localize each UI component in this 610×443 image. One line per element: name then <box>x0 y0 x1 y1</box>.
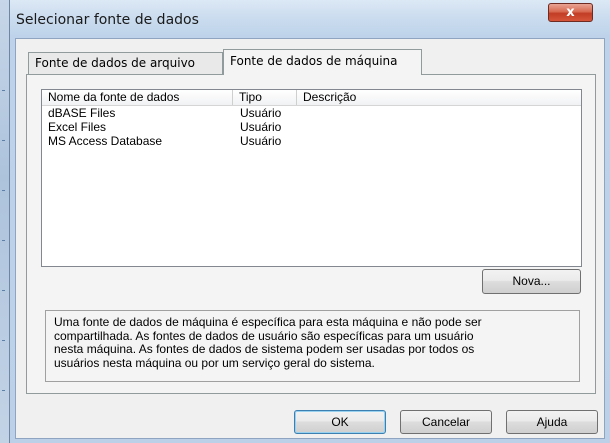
desktop-edge-mark <box>2 140 5 141</box>
tab-machine-data-source[interactable]: Fonte de dados de máquina <box>223 49 422 75</box>
close-button[interactable]: x <box>548 3 593 22</box>
list-item[interactable]: dBASE Files Usuário <box>42 106 581 120</box>
data-source-list[interactable]: Nome da fonte de dados Tipo Descrição dB… <box>41 89 582 267</box>
desktop-edge-mark <box>2 340 5 341</box>
new-button[interactable]: Nova... <box>482 269 581 294</box>
tab-file-data-source[interactable]: Fonte de dados de arquivo <box>28 52 223 74</box>
help-button[interactable]: Ajuda <box>506 410 598 434</box>
tab-label: Fonte de dados de máquina <box>230 54 398 68</box>
desktop-edge-mark <box>2 190 5 191</box>
list-item-type: Usuário <box>240 120 282 134</box>
list-item-type: Usuário <box>240 134 282 148</box>
list-item-name: Excel Files <box>48 120 107 134</box>
list-item-type: Usuário <box>240 106 282 120</box>
dialog-window: Selecionar fonte de dados x Fonte de dad… <box>9 0 610 443</box>
list-item[interactable]: Excel Files Usuário <box>42 120 581 134</box>
ok-button[interactable]: OK <box>294 410 386 434</box>
cancel-button[interactable]: Cancelar <box>400 410 492 434</box>
desktop-edge <box>0 0 9 443</box>
list-item[interactable]: MS Access Database Usuário <box>42 134 581 148</box>
desktop-edge-mark <box>2 240 5 241</box>
list-item-name: dBASE Files <box>48 106 116 120</box>
column-header-type[interactable]: Tipo <box>233 90 297 105</box>
info-text: Uma fonte de dados de máquina é específi… <box>45 310 580 382</box>
column-header-description[interactable]: Descrição <box>297 90 581 105</box>
list-item-name: MS Access Database <box>48 134 163 148</box>
column-header-name[interactable]: Nome da fonte de dados <box>42 90 233 105</box>
desktop-edge-mark <box>2 90 5 91</box>
tab-label: Fonte de dados de arquivo <box>35 56 196 70</box>
dialog-client-area: Fonte de dados de arquivo Fonte de dados… <box>15 38 605 439</box>
window-title: Selecionar fonte de dados <box>16 12 199 28</box>
desktop-edge-mark <box>2 390 5 391</box>
close-icon: x <box>566 5 575 20</box>
desktop-edge-mark <box>2 290 5 291</box>
list-header: Nome da fonte de dados Tipo Descrição <box>42 90 581 106</box>
